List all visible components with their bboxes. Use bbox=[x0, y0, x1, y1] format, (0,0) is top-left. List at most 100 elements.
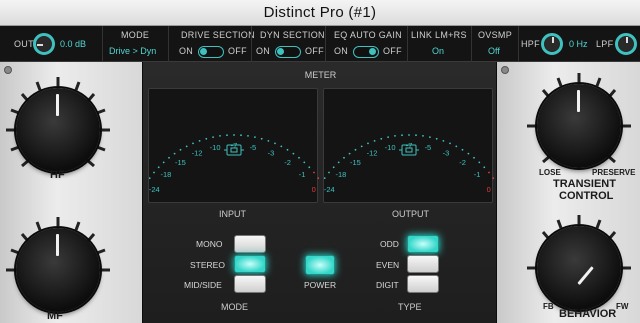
meter-scale-label: -5 bbox=[250, 143, 257, 152]
eq-auto-gain-group: EQ AUTO GAIN ON OFF bbox=[325, 26, 407, 62]
dyn-section-toggle[interactable] bbox=[275, 46, 301, 58]
ovsmp-selector[interactable]: OVSMP Off bbox=[471, 26, 518, 62]
meter-tick bbox=[157, 166, 160, 169]
panel-screw bbox=[501, 66, 509, 74]
meter-scale-label: -24 bbox=[149, 185, 160, 194]
mode-label: MODE bbox=[121, 30, 150, 40]
meter-tick bbox=[373, 140, 376, 142]
lpf-knob[interactable] bbox=[615, 33, 637, 55]
mode-selector[interactable]: MODE Drive > Dyn bbox=[102, 26, 168, 62]
meter-tick bbox=[274, 142, 276, 145]
meter-tick bbox=[343, 156, 345, 159]
eq-on-label: ON bbox=[334, 46, 349, 56]
right-transient-panel: LOSE PRESERVE TRANSIENT CONTROL FB FW BE… bbox=[497, 62, 640, 323]
meter-tick bbox=[240, 134, 242, 137]
left-eq-panel: HF MF bbox=[0, 62, 142, 323]
meter-tick bbox=[247, 135, 249, 137]
type-odd-label: ODD bbox=[380, 239, 399, 249]
mf-knob-pointer bbox=[56, 234, 59, 256]
meter-tick bbox=[422, 135, 424, 137]
output-meter-scale: -24-18-15-12-10 -7 -5-3-2-10 bbox=[319, 134, 499, 194]
eq-auto-gain-toggle[interactable] bbox=[353, 46, 379, 58]
meter-tick bbox=[442, 140, 445, 142]
out-knob[interactable] bbox=[33, 33, 55, 55]
filter-group: HPF 0 Hz LPF bbox=[518, 26, 640, 62]
mode-midside-label: MID/SIDE bbox=[184, 280, 222, 290]
power-button[interactable] bbox=[305, 255, 335, 275]
meter-scale-label: -5 bbox=[425, 143, 432, 152]
meter-tick bbox=[467, 152, 470, 155]
lpf-label: LPF bbox=[596, 39, 614, 49]
meter-tick bbox=[185, 145, 188, 148]
input-meter: -24 -18 -15 -12 -10 -7 -5 -3 -2 -1 0 bbox=[144, 88, 324, 203]
type-digit-switch[interactable] bbox=[407, 275, 439, 293]
type-even-label: EVEN bbox=[376, 260, 400, 270]
meter-scale-label: -10 bbox=[385, 143, 396, 152]
link-selector[interactable]: LINK LM+RS On bbox=[407, 26, 471, 62]
dyn-section-label: DYN SECTION bbox=[260, 30, 325, 40]
center-panel: METER -24 -18 -15 -12 -10 -7 -5 -3 -2 -1 0 -24 -18-… bbox=[142, 62, 499, 323]
meter-tick bbox=[483, 166, 486, 169]
out-label: OUT bbox=[14, 39, 34, 49]
type-odd-switch[interactable] bbox=[407, 235, 439, 253]
mode-stereo-label: STEREO bbox=[190, 260, 225, 270]
meter-tick bbox=[162, 161, 165, 164]
dyn-off-label: OFF bbox=[305, 46, 324, 56]
meter-tick bbox=[354, 148, 357, 151]
meter-tick bbox=[408, 134, 410, 136]
meter-scale-label: 0 bbox=[312, 185, 316, 194]
meter-tick bbox=[380, 137, 383, 140]
mode-stereo-switch[interactable] bbox=[234, 255, 266, 273]
transient-knob-pointer bbox=[577, 90, 580, 112]
mode-midside-switch[interactable] bbox=[234, 275, 266, 293]
meter-tick bbox=[280, 145, 283, 148]
meter-tick bbox=[226, 134, 228, 137]
meter-tick bbox=[415, 134, 417, 137]
meter-tick bbox=[260, 137, 263, 140]
hpf-value: 0 Hz bbox=[569, 39, 588, 49]
link-label: LINK LM+RS bbox=[411, 30, 467, 40]
drive-section-group: DRIVE SECTION ON OFF bbox=[168, 26, 255, 62]
transient-control-knob[interactable] bbox=[537, 84, 621, 168]
meter-scale-label: -12 bbox=[192, 149, 203, 158]
hpf-knob[interactable] bbox=[541, 33, 563, 55]
dyn-section-group: DYN SECTION ON OFF bbox=[251, 26, 325, 62]
type-switch-label: TYPE bbox=[398, 302, 422, 312]
meter-scale-label: -12 bbox=[367, 149, 378, 158]
meter-tick bbox=[267, 140, 270, 142]
mode-mono-label: MONO bbox=[196, 239, 223, 249]
meter-tick bbox=[173, 152, 176, 155]
lose-label: LOSE bbox=[539, 168, 561, 177]
drive-section-toggle[interactable] bbox=[198, 46, 224, 58]
fw-label: FW bbox=[616, 302, 629, 311]
mode-value: Drive > Dyn bbox=[109, 46, 157, 56]
meter-scale-label: -3 bbox=[443, 149, 450, 158]
meter-tick bbox=[179, 148, 182, 151]
behavior-knob[interactable] bbox=[537, 226, 621, 310]
hf-knob[interactable] bbox=[16, 88, 100, 172]
type-even-switch[interactable] bbox=[407, 255, 439, 273]
type-digit-label: DIGIT bbox=[376, 280, 399, 290]
meter-tick bbox=[332, 166, 335, 169]
meter-tick bbox=[219, 135, 221, 137]
meter-tick bbox=[153, 171, 155, 174]
meter-tick bbox=[292, 152, 295, 155]
meter-tick bbox=[455, 145, 458, 148]
eq-off-label: OFF bbox=[383, 46, 402, 56]
title-bar: Distinct Pro (#1) bbox=[0, 0, 640, 26]
hf-knob-pointer bbox=[56, 94, 59, 116]
mode-switch-label: MODE bbox=[221, 302, 248, 312]
meter-tick bbox=[478, 161, 481, 164]
meter-scale-label: -2 bbox=[284, 158, 291, 167]
meter-scale-label: -15 bbox=[175, 158, 186, 167]
mode-mono-switch[interactable] bbox=[234, 235, 266, 253]
input-label: INPUT bbox=[219, 209, 246, 219]
meter-tick bbox=[348, 152, 351, 155]
drive-section-label: DRIVE SECTION bbox=[181, 30, 255, 40]
meter-scale-label: -3 bbox=[268, 149, 275, 158]
meter-tick bbox=[254, 136, 256, 138]
meter-title: METER bbox=[304, 70, 337, 80]
meter-tick bbox=[387, 136, 389, 138]
mf-knob[interactable] bbox=[16, 228, 100, 312]
behavior-label: BEHAVIOR bbox=[559, 308, 617, 320]
